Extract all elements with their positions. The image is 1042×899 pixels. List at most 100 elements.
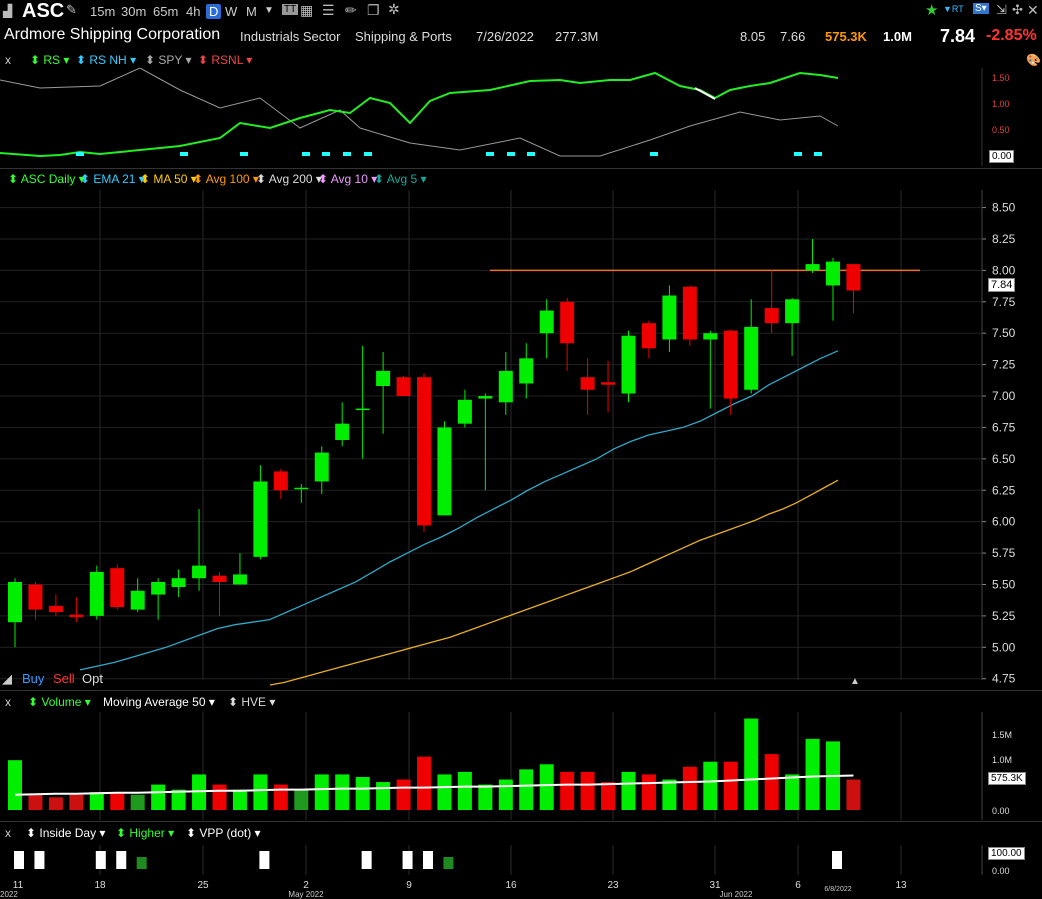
price-legend[interactable]: ⬍ ASC Daily ▾ bbox=[8, 172, 85, 186]
sector[interactable]: Industrials Sector bbox=[240, 29, 340, 44]
change-pct: -2.85% bbox=[986, 27, 1037, 44]
x-tick-label: 6 bbox=[795, 880, 801, 891]
volume-legend[interactable]: ⬍ Volume ▾ bbox=[28, 695, 91, 709]
rt-icon[interactable]: ▼RT bbox=[943, 4, 964, 14]
pin-icon[interactable]: ✣ bbox=[1012, 2, 1023, 18]
vpp-legend[interactable]: ⬍ VPP (dot) ▾ bbox=[186, 826, 261, 840]
industry[interactable]: Shipping & Ports bbox=[355, 29, 452, 44]
volume-bar bbox=[601, 782, 616, 810]
candle-body bbox=[744, 326, 759, 390]
ema21-legend[interactable]: ⬍ EMA 21 ▾ bbox=[80, 172, 145, 186]
volume-bar bbox=[846, 779, 861, 810]
buy-button[interactable]: Buy bbox=[22, 671, 44, 686]
tf-weekly[interactable]: W bbox=[225, 4, 237, 19]
rsnl-legend[interactable]: ⬍ RSNL ▾ bbox=[198, 53, 252, 67]
volume-bar bbox=[314, 774, 329, 810]
volume-bar bbox=[110, 792, 125, 810]
x-tick-label: 18 bbox=[94, 880, 106, 891]
tf-15m[interactable]: 15m bbox=[90, 4, 115, 19]
price-chart[interactable]: 8.50 8.25 8.00 7.75 7.50 7.25 7.00 6.75 6.50 6.25… bbox=[0, 190, 1042, 690]
candle-body bbox=[253, 481, 268, 557]
x-tick-label: 23 bbox=[607, 880, 619, 891]
palette-icon[interactable]: 🎨 bbox=[1026, 53, 1041, 67]
tt-icon[interactable]: TT bbox=[282, 4, 299, 15]
hve-legend[interactable]: ⬍ HVE ▾ bbox=[228, 695, 275, 709]
candle-body bbox=[478, 396, 493, 399]
info-bar: Ardmore Shipping Corporation Industrials… bbox=[0, 24, 1042, 48]
scroll-up-icon[interactable]: ▲ bbox=[850, 676, 860, 687]
candle-body bbox=[8, 581, 22, 623]
rs-nh-markers bbox=[76, 152, 822, 156]
high-value: 8.05 bbox=[740, 29, 766, 44]
tf-65m[interactable]: 65m bbox=[153, 4, 178, 19]
inside-day-legend[interactable]: ⬍ Inside Day ▾ bbox=[26, 826, 105, 840]
expand-icon[interactable]: ⇲ bbox=[996, 2, 1007, 18]
chevron-down-icon[interactable]: ▼ bbox=[264, 5, 274, 16]
price-tick-label: 7.25 bbox=[992, 358, 1016, 372]
candle-body bbox=[539, 310, 554, 334]
tf-monthly[interactable]: M bbox=[246, 4, 257, 19]
star-icon[interactable]: ★ bbox=[925, 1, 938, 19]
volume-chart: 1.5M 1.0M 0.00 bbox=[8, 712, 1012, 820]
volume-tick-label: 1.0M bbox=[992, 755, 1012, 765]
candle-body bbox=[498, 370, 513, 403]
higher-legend[interactable]: ⬍ Higher ▾ bbox=[116, 826, 174, 840]
sell-button[interactable]: Sell bbox=[53, 671, 75, 686]
ma50-vol-legend[interactable]: Moving Average 50 ▾ bbox=[103, 695, 215, 709]
rsnh-legend[interactable]: ⬍ RS NH ▾ bbox=[76, 53, 136, 67]
settings-icon[interactable]: ☰ bbox=[322, 2, 335, 19]
volume-pane-header: x ⬍ Volume ▾ Moving Average 50 ▾ ⬍ HVE ▾ bbox=[0, 695, 400, 711]
options-button[interactable]: Opt bbox=[82, 671, 103, 686]
candle-body bbox=[171, 578, 186, 587]
close-pane-icon[interactable]: x bbox=[5, 695, 11, 709]
last-price-box: 7.84 bbox=[988, 278, 1016, 292]
layers-icon[interactable]: ❐ bbox=[367, 2, 380, 19]
candle-body bbox=[826, 261, 840, 286]
spy-legend[interactable]: ⬍ SPY ▾ bbox=[145, 53, 192, 67]
shout-icon[interactable]: ✎ bbox=[66, 2, 77, 18]
trade-menu-icon[interactable]: ◢ bbox=[2, 671, 12, 687]
ma50-legend[interactable]: ⬍ MA 50 ▾ bbox=[140, 172, 197, 186]
avg200-legend[interactable]: ⬍ Avg 200 ▾ bbox=[256, 172, 322, 186]
symbol-label[interactable]: ASC bbox=[22, 0, 64, 23]
avg100-label: Avg 100 bbox=[205, 172, 250, 186]
pencil-icon[interactable]: ✏ bbox=[345, 2, 357, 19]
ema21-label: EMA 21 bbox=[93, 172, 136, 186]
volume-value: 575.3K bbox=[825, 29, 867, 44]
volume-bar bbox=[662, 779, 677, 810]
company-name: Ardmore Shipping Corporation bbox=[4, 26, 221, 43]
close-pane-icon[interactable]: x bbox=[5, 53, 11, 67]
avg5-legend[interactable]: ⬍ Avg 5 ▾ bbox=[374, 172, 427, 186]
inside-day-marker bbox=[423, 851, 433, 869]
volume-bar bbox=[89, 792, 104, 810]
close-icon[interactable]: ✕ bbox=[1027, 2, 1039, 19]
rs-axis-100: 1.00 bbox=[992, 99, 1010, 109]
volume-tick-label: 1.5M bbox=[992, 730, 1012, 740]
price-tick-label: 6.75 bbox=[992, 420, 1016, 434]
tf-30m[interactable]: 30m bbox=[121, 4, 146, 19]
tf-daily[interactable]: D bbox=[206, 4, 222, 19]
rs-line bbox=[0, 71, 839, 158]
candle-body bbox=[273, 471, 288, 491]
price-tick-label: 5.00 bbox=[992, 640, 1016, 654]
volume-bar bbox=[437, 774, 452, 810]
volume-bar bbox=[212, 784, 227, 810]
avg100-legend[interactable]: ⬍ Avg 100 ▾ bbox=[193, 172, 259, 186]
rs-pane-header: x ⬍ RS ▾ ⬍ RS NH ▾ ⬍ SPY ▾ ⬍ RSNL ▾ 🎨 bbox=[0, 53, 1042, 69]
share-icon[interactable]: ✲ bbox=[388, 1, 400, 18]
candle-body bbox=[48, 605, 63, 613]
candle-body bbox=[805, 264, 820, 271]
avg10-legend[interactable]: ⬍ Avg 10 ▾ bbox=[318, 172, 377, 186]
s-icon[interactable]: S▾ bbox=[973, 3, 989, 14]
rs-legend[interactable]: ⬍ RS ▾ bbox=[30, 53, 69, 67]
volume-bar bbox=[478, 784, 493, 810]
candle-body bbox=[601, 382, 616, 385]
grid-icon[interactable]: ▦ bbox=[300, 2, 313, 19]
volume-bar bbox=[355, 776, 370, 810]
close-pane-icon[interactable]: x bbox=[5, 826, 11, 840]
tf-4h[interactable]: 4h bbox=[186, 4, 200, 19]
separator bbox=[0, 168, 1042, 169]
chart-icon[interactable]: ▟ bbox=[3, 4, 12, 18]
avg200-label: Avg 200 bbox=[268, 172, 313, 186]
price-tick-label: 6.00 bbox=[992, 515, 1016, 529]
